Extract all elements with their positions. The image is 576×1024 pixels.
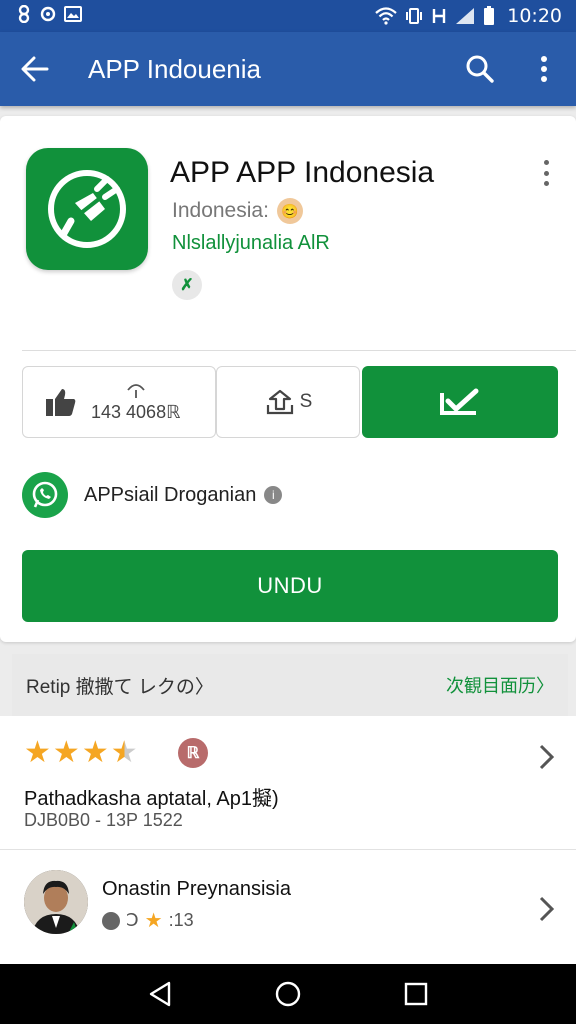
app-logo-icon [48,170,126,248]
notification-icon [40,5,56,28]
clock: 10:20 [507,5,562,27]
chevron-right-icon [539,896,555,922]
search-icon [466,55,494,83]
back-button[interactable] [0,32,70,106]
star-icon: ★ [52,736,80,769]
clock-icon [102,911,120,930]
review-badge: ℝ [178,738,208,768]
signal-icon [455,7,475,25]
app-subtitle: Indonesia: 😊 [172,198,303,224]
info-icon [126,383,145,398]
app-bar: APP Indouenia [0,32,576,106]
card-more-button[interactable] [534,156,558,190]
review-title: Pathadkasha aptatal, Ap1擬) [24,788,279,810]
notification-icon [16,4,32,28]
vibrate-icon [405,7,423,25]
app-name: APP APP Indonesia [170,156,435,189]
nav-recents-button[interactable] [396,974,436,1014]
search-button[interactable] [448,32,512,106]
star-icon: ★ [144,910,163,932]
like-button[interactable]: 143 4068ℝ [22,366,216,438]
home-circle-icon [275,981,301,1007]
download-button[interactable]: UNDU [22,550,558,622]
chevron-right-icon [539,744,555,770]
star-icon: ★ [81,736,109,769]
half-star-icon: ★ [110,736,138,769]
reviews-title: Retip 撤撒て レクの〉 [26,676,214,698]
share-label: S [299,391,313,412]
developer-link[interactable]: Nlslallyjunalia AlR [172,232,330,255]
like-info: 143 4068ℝ [91,382,180,423]
share-icon [266,389,293,415]
reviewer-name: Onastin Preynansisia [102,878,291,900]
app-logo [26,148,148,270]
back-arrow-icon [21,56,49,82]
status-bar: 10:20 [0,0,576,32]
share-button[interactable]: S [216,366,360,438]
messenger-label: APPsiail Droganian [84,483,257,506]
app-detail-card: APP APP Indonesia Indonesia: 😊 Nlslallyj… [0,116,576,642]
thumbs-up-icon [46,389,76,416]
star-icon: ★ [24,736,51,769]
action-row: 143 4068ℝ S [22,366,558,438]
review-item[interactable]: ★ ★ ★ ★ ℝ Pathadkasha aptatal, Ap1擬) DJB… [0,716,576,850]
back-triangle-icon [149,981,171,1007]
reviews-list: ★ ★ ★ ★ ℝ Pathadkasha aptatal, Ap1擬) DJB… [0,716,576,964]
app-subtitle-text: Indonesia: [172,199,269,222]
app-badge: ✗ [172,270,202,300]
divider [22,350,576,351]
see-all-reviews-link[interactable]: 次観目面历〉 [446,672,554,698]
overflow-menu-button[interactable] [512,32,576,106]
review-meta: DJB0B0 - 13P 1522 [24,810,183,830]
review-meta: Ↄ ★ :13 [102,908,194,933]
review-meta-left: Ↄ [126,910,139,930]
install-button[interactable] [362,366,558,438]
star-rating: ★ ★ ★ ★ [24,736,138,770]
emoji-icon: 😊 [276,198,303,224]
more-vert-icon [543,160,549,165]
data-icon [431,7,447,25]
like-count: 143 4068ℝ [91,401,181,422]
battery-icon [483,6,495,26]
nav-back-button[interactable] [140,974,180,1014]
nav-home-button[interactable] [268,974,308,1014]
review-meta-right: :13 [168,910,194,930]
recents-square-icon [404,982,428,1006]
app-bar-title: APP Indouenia [88,53,261,84]
wifi-icon [375,7,397,25]
whatsapp-icon [22,472,68,518]
review-item[interactable]: Onastin Preynansisia Ↄ ★ :13 [0,850,576,964]
reviews-header: Retip 撤撒て レクの〉 次観目面历〉 [12,654,568,716]
messenger-row[interactable]: APPsiail Droganian i [22,472,283,518]
image-icon [64,5,82,27]
avatar [24,870,88,934]
installed-check-icon [440,388,479,415]
more-vert-icon [541,56,547,82]
info-icon[interactable]: i [264,486,283,504]
system-nav-bar [0,964,576,1024]
